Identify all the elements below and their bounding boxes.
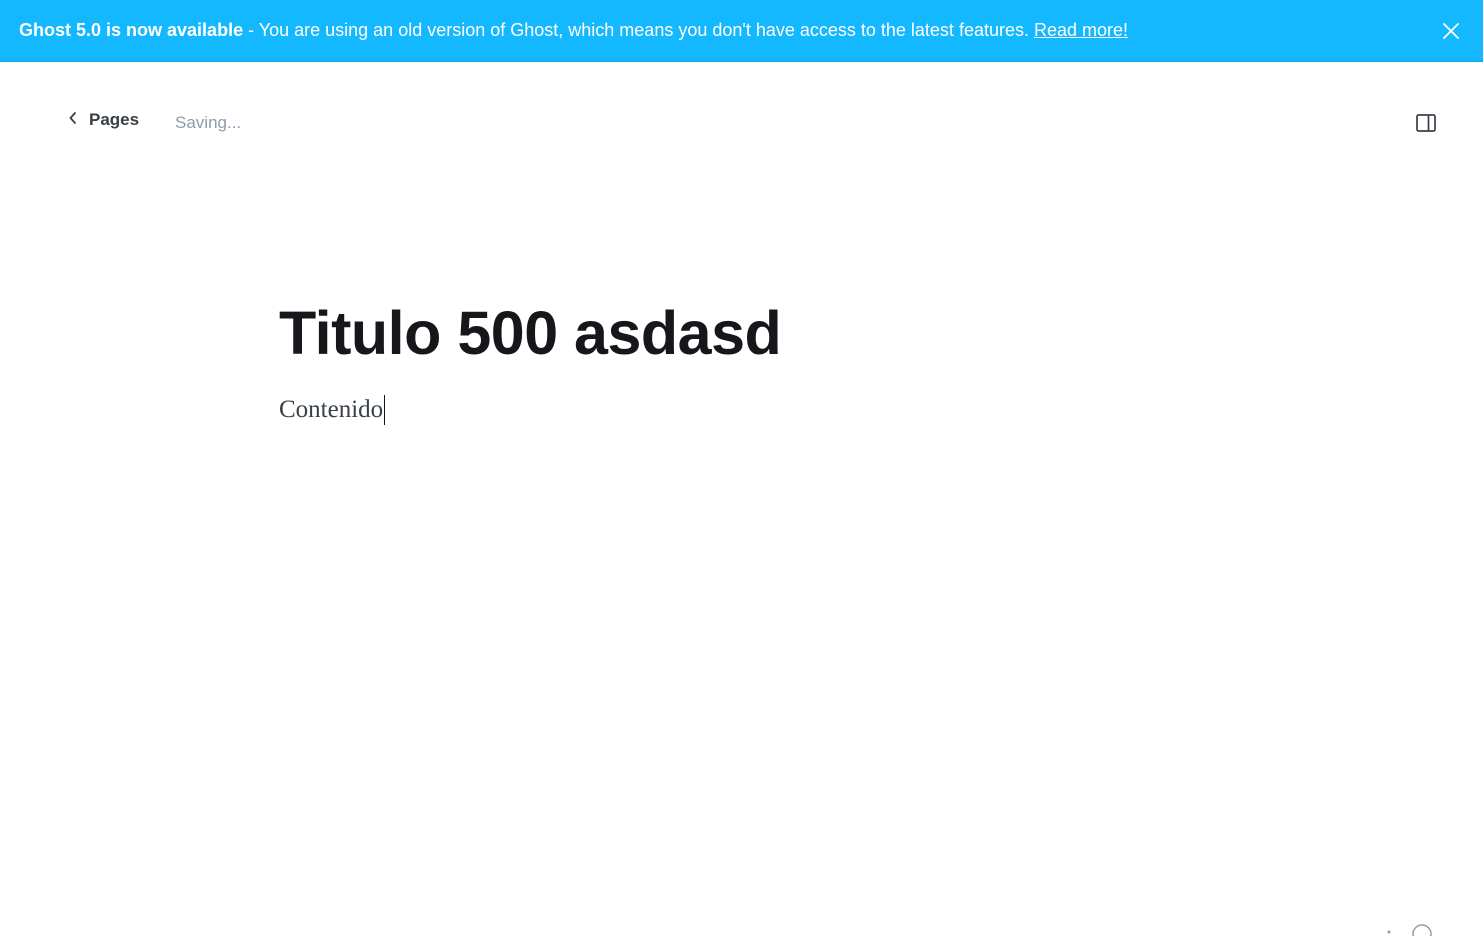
read-more-link[interactable]: Read more!	[1034, 20, 1128, 41]
post-body-text: Contenido	[279, 396, 383, 424]
sidebar-toggle-icon[interactable]	[1415, 112, 1437, 134]
post-title[interactable]: Titulo 500 asdasd	[279, 298, 781, 368]
word-count-icon	[1385, 922, 1393, 941]
banner-message: - You are using an old version of Ghost,…	[243, 20, 1034, 41]
close-icon[interactable]	[1439, 19, 1463, 43]
back-to-pages-link[interactable]: Pages	[68, 110, 139, 130]
back-link-label: Pages	[89, 110, 139, 130]
editor-header: Pages Saving...	[0, 63, 1483, 183]
chevron-left-icon	[68, 110, 89, 130]
corner-icons	[1385, 922, 1433, 941]
banner-headline: Ghost 5.0 is now available	[19, 20, 243, 41]
save-status: Saving...	[175, 113, 241, 133]
post-body-editor[interactable]: Contenido	[279, 395, 385, 425]
upgrade-banner: Ghost 5.0 is now available - You are usi…	[0, 0, 1483, 62]
help-icon[interactable]	[1411, 922, 1433, 941]
text-caret	[384, 395, 385, 425]
